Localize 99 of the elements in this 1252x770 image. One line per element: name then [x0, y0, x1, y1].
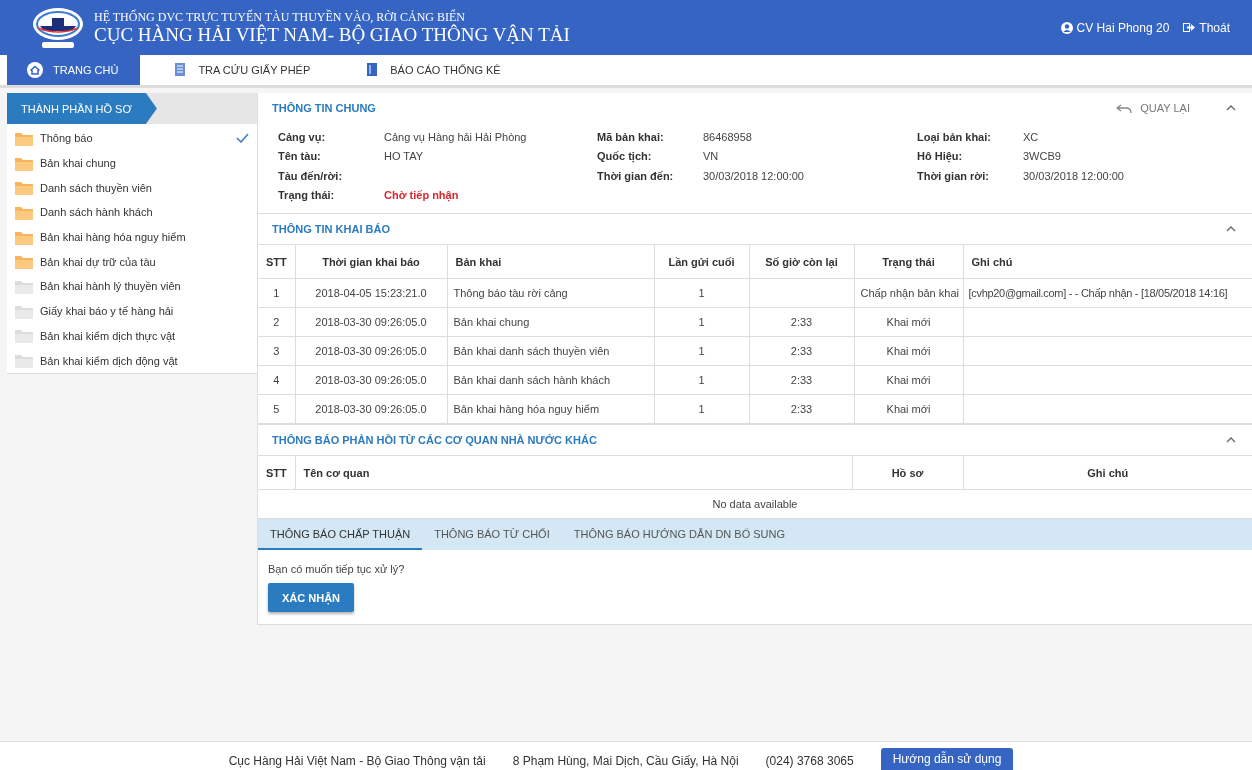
table-cell: Bản khai danh sách hành khách [447, 365, 654, 395]
nav-tab[interactable]: TRANG CHỦ [7, 55, 141, 85]
sidebar-item[interactable]: Bản khai kiểm dịch động vật [7, 348, 257, 373]
field-value: XC [1023, 130, 1040, 143]
sidebar-item[interactable]: Bản khai kiểm dịch thực vật [7, 323, 257, 349]
table-cell: Chấp nhận bản khai [854, 278, 963, 308]
section-title: THÔNG TIN KHAI BÁO [272, 223, 391, 235]
field-value: 3WCB9 [1023, 150, 1062, 163]
notice-tab[interactable]: THÔNG BÁO HƯỚNG DẪN DN BỔ SUNG [561, 519, 798, 550]
table-cell: 1 [654, 278, 749, 308]
logo [30, 5, 86, 50]
table-cell: 1 [654, 394, 749, 424]
field-value: 86468958 [703, 130, 753, 143]
field-label: Mã bản khai: [597, 130, 665, 143]
table-cell: Khai mới [854, 336, 963, 366]
logout-icon [1183, 22, 1196, 33]
collapse-icon[interactable] [1226, 226, 1236, 232]
table-cell: 2018-03-30 09:26:05.0 [295, 336, 447, 366]
collapse-icon[interactable] [1226, 437, 1236, 443]
empty-message: No data available [258, 489, 1252, 519]
notice-tab[interactable]: THÔNG BÁO TỪ CHỐI [422, 519, 562, 550]
table-cell: Khai mới [854, 365, 963, 395]
sidebar-item[interactable]: Giấy khai báo y tế hàng hải [7, 298, 257, 324]
field-label: Loại bản khai: [917, 130, 992, 143]
column-header: Ghi chú [963, 456, 1252, 490]
phone-text: (024) 3768 3065 [765, 754, 854, 770]
sidebar-item[interactable]: Danh sách thuyền viên [7, 175, 257, 201]
system-subtitle: HỆ THỐNG DVC TRỰC TUYẾN TÀU THUYỀN VÀO, RỜI CẢNG BIỂN [94, 9, 466, 24]
user-link[interactable]: CV Hai Phong 20 [1060, 20, 1170, 35]
table-cell: Khai mới [854, 307, 963, 337]
sidebar-item[interactable]: Thông báo [7, 126, 257, 151]
column-header: Thời gian khai báo [295, 245, 447, 279]
column-header: Bản khai [447, 245, 654, 279]
field-value: HO TAY [384, 150, 425, 163]
table-cell: 2:33 [749, 394, 854, 424]
field-label: Thời gian rời: [917, 169, 990, 182]
table-cell: 1 [654, 307, 749, 337]
table-cell: 2018-03-30 09:26:05.0 [295, 394, 447, 424]
column-header: Lần gửi cuối [654, 245, 749, 279]
table-cell: Bản khai danh sách thuyền viên [447, 336, 654, 366]
table-cell: 3 [258, 336, 295, 366]
table-cell: Thông báo tàu rời cảng [447, 278, 654, 308]
field-label: Trạng thái: [278, 189, 336, 202]
field-label: Cảng vụ: [278, 130, 327, 143]
table-cell: 2018-04-05 15:23:21.0 [295, 278, 447, 308]
home-icon [27, 62, 43, 78]
field-value: VN [703, 150, 720, 163]
table-cell: 5 [258, 394, 295, 424]
table-cell: 1 [258, 278, 295, 308]
back-link[interactable]: QUAY LẠI [1116, 102, 1190, 114]
field-value: 30/03/2018 12:00:00 [703, 169, 805, 182]
logout-link[interactable]: Thoát [1183, 20, 1230, 35]
table-cell: 1 [654, 365, 749, 395]
field-label: Quốc tịch: [597, 150, 653, 163]
table-cell: 4 [258, 365, 295, 395]
address-text: 8 Phạm Hùng, Mai Dịch, Cầu Giấy, Hà Nội [512, 754, 739, 770]
column-header: Ghi chú [963, 245, 1252, 279]
status-value: Chờ tiếp nhận [384, 189, 460, 202]
nav-tab[interactable]: BÁO CÁO THỐNG KÊ [332, 55, 523, 85]
column-header: Hồ sơ [852, 456, 963, 490]
collapse-icon[interactable] [1226, 105, 1236, 111]
column-header: STT [258, 245, 295, 279]
agency-title: CỤC HÀNG HẢI VIỆT NAM- BỘ GIAO THÔNG VẬN TẢI [94, 23, 570, 46]
column-header: Tên cơ quan [295, 456, 852, 490]
undo-icon [1116, 103, 1133, 113]
table-cell: 2 [258, 307, 295, 337]
section-title: THÔNG TIN CHUNG [272, 102, 377, 114]
sidebar-item[interactable]: Bản khai hàng hóa nguy hiểm [7, 224, 257, 250]
panel-title: THÀNH PHẦN HỒ SƠ [7, 93, 157, 124]
table-cell: Bản khai hàng hóa nguy hiểm [447, 394, 654, 424]
table-cell: 2:33 [749, 365, 854, 395]
table-cell: 2018-03-30 09:26:05.0 [295, 365, 447, 395]
field-label: Tên tàu: [278, 150, 322, 163]
sidebar-item[interactable]: Bản khai hành lý thuyền viên [7, 274, 257, 299]
notice-tab[interactable]: THÔNG BÁO CHẤP THUẬN [258, 519, 423, 550]
nav-tab[interactable]: TRA CỨU GIẤY PHÉP [140, 55, 333, 85]
confirm-button[interactable]: XÁC NHẬN [268, 583, 355, 612]
column-header: STT [258, 456, 295, 490]
section-title: THÔNG BÁO PHẢN HỒI TỪ CÁC CƠ QUAN NHÀ NƯỚC KHÁC [272, 434, 598, 446]
sidebar-item[interactable]: Danh sách hành khách [7, 200, 257, 225]
table-cell: Khai mới [854, 394, 963, 424]
field-value: Cảng vụ Hàng hải Hải Phòng [384, 130, 528, 143]
table-cell: 2:33 [749, 336, 854, 366]
column-header: Số giờ còn lại [749, 245, 854, 279]
field-label: Thời gian đến: [597, 169, 675, 182]
prompt-text: Bạn có muốn tiếp tục xử lý? [268, 563, 406, 575]
field-label: Tàu đến/rời: [278, 169, 344, 182]
organization-text: Cục Hàng Hải Việt Nam - Bộ Giao Thông vận tải [228, 754, 486, 770]
table-cell: Bản khai chung [447, 307, 654, 337]
table-cell: 2:33 [749, 307, 854, 337]
sidebar-item[interactable]: Bản khai dự trữ của tàu [7, 249, 257, 275]
field-value: 30/03/2018 12:00:00 [1023, 169, 1125, 182]
table-cell: 2018-03-30 09:26:05.0 [295, 307, 447, 337]
field-label: Hô Hiệu: [917, 150, 964, 163]
user-icon [1060, 21, 1073, 34]
table-cell: 1 [654, 336, 749, 366]
column-header: Trạng thái [854, 245, 963, 279]
help-button[interactable]: Hướng dẫn sử dụng [880, 748, 1014, 770]
sidebar-item[interactable]: Bản khai chung [7, 150, 257, 176]
